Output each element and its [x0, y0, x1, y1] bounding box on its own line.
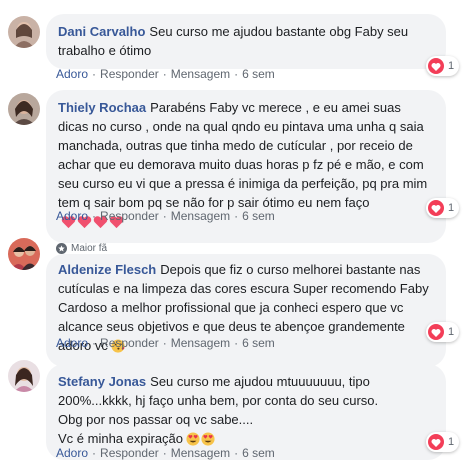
reply-button[interactable]: Responder — [100, 67, 159, 81]
heart-icon — [428, 324, 444, 340]
reaction-count: 1 — [448, 326, 455, 338]
comment-author[interactable]: Thiely Rochaa — [58, 100, 146, 115]
message-button[interactable]: Mensagem — [171, 336, 230, 350]
heart-icon — [428, 58, 444, 74]
comment-author[interactable]: Stefany Jonas — [58, 374, 146, 389]
reaction-count: 1 — [448, 436, 455, 448]
reply-button[interactable]: Responder — [100, 209, 159, 223]
timestamp[interactable]: 6 sem — [242, 446, 275, 460]
reply-button[interactable]: Responder — [100, 446, 159, 460]
top-fan-badge: Maior fã — [56, 243, 107, 254]
message-button[interactable]: Mensagem — [171, 446, 230, 460]
love-button[interactable]: Adoro — [56, 67, 88, 81]
love-button[interactable]: Adoro — [56, 446, 88, 460]
reaction-badge[interactable]: 1 — [426, 56, 460, 76]
message-button[interactable]: Mensagem — [171, 67, 230, 81]
comment-actions: Adoro · Responder · Mensagem · 6 sem — [56, 67, 275, 81]
timestamp[interactable]: 6 sem — [242, 209, 275, 223]
timestamp[interactable]: 6 sem — [242, 67, 275, 81]
avatar[interactable] — [8, 16, 40, 48]
top-fan-label: Maior fã — [71, 243, 108, 254]
reply-button[interactable]: Responder — [100, 336, 159, 350]
comment-actions: Adoro · Responder · Mensagem · 6 sem — [56, 336, 275, 350]
heart-icon — [428, 434, 444, 450]
love-button[interactable]: Adoro — [56, 209, 88, 223]
reaction-badge[interactable]: 1 — [426, 432, 460, 452]
reaction-badge[interactable]: 1 — [426, 322, 460, 342]
message-button[interactable]: Mensagem — [171, 209, 230, 223]
avatar[interactable] — [8, 360, 40, 392]
comment-text: Parabéns Faby vc merece , e eu amei suas… — [58, 100, 431, 210]
comment-actions: Adoro · Responder · Mensagem · 6 sem — [56, 446, 275, 460]
love-button[interactable]: Adoro — [56, 336, 88, 350]
reaction-count: 1 — [448, 60, 455, 72]
star-badge-icon — [56, 243, 67, 254]
comment-author[interactable]: Aldenize Flesch — [58, 262, 156, 277]
heart-icon — [428, 200, 444, 216]
comment-author[interactable]: Dani Carvalho — [58, 24, 145, 39]
reaction-badge[interactable]: 1 — [426, 198, 460, 218]
avatar[interactable] — [8, 238, 40, 270]
timestamp[interactable]: 6 sem — [242, 336, 275, 350]
comment-actions: Adoro · Responder · Mensagem · 6 sem — [56, 209, 275, 223]
avatar[interactable] — [8, 93, 40, 125]
comment-bubble: Dani Carvalho Seu curso me ajudou bastant… — [46, 14, 446, 69]
reaction-count: 1 — [448, 202, 455, 214]
